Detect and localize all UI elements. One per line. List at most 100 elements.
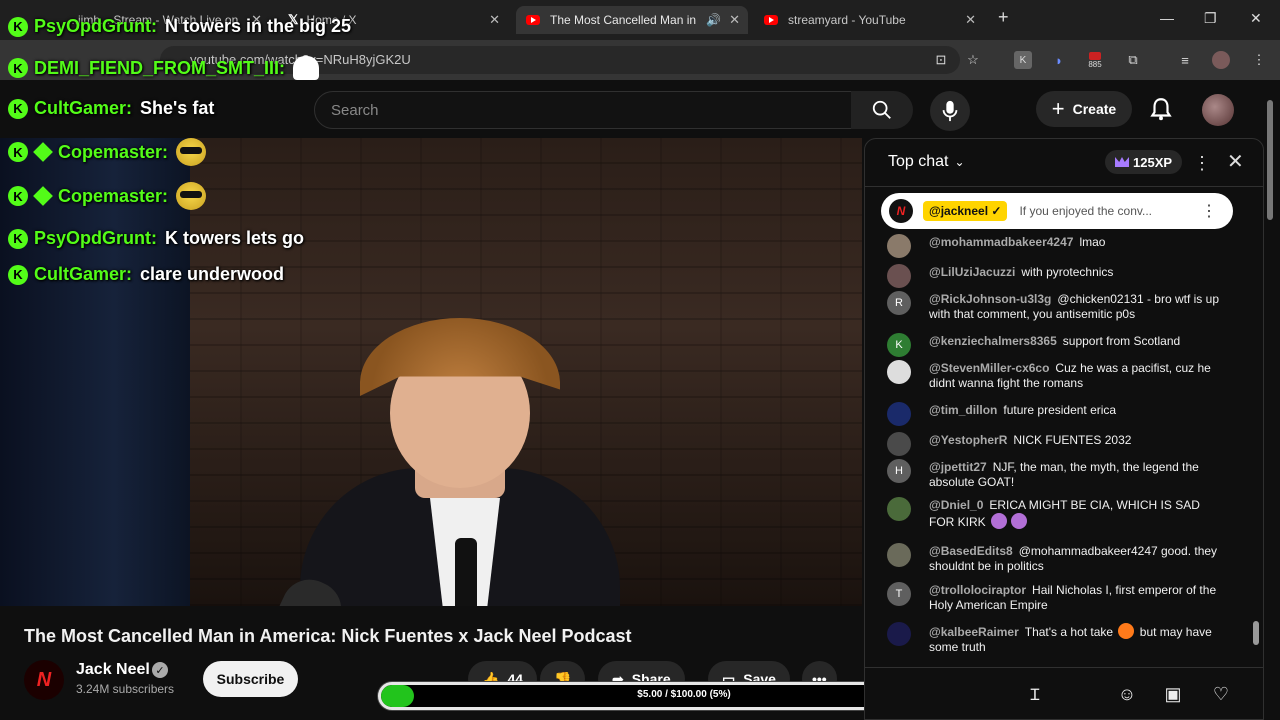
chat-scroll-thumb[interactable]: [1253, 621, 1259, 645]
sunglasses-emote-icon: [176, 182, 207, 210]
channel-name[interactable]: Jack Neel: [76, 661, 150, 679]
close-tab-icon[interactable]: ✕: [729, 12, 740, 28]
video-title: The Most Cancelled Man in America: Nick …: [24, 626, 632, 646]
voice-search-button[interactable]: [930, 91, 970, 131]
install-app-icon[interactable]: ⊡: [932, 51, 950, 69]
chat-message: @Dniel_0 ERICA MIGHT BE CIA, WHICH IS SAD…: [887, 497, 1227, 530]
tab-title: The Most Cancelled Man in: [550, 13, 697, 27]
chat-message: @StevenMiller-cx6co Cuz he was a pacifist…: [887, 360, 1227, 391]
browser-menu-icon[interactable]: ⋮: [1250, 51, 1268, 69]
close-tab-icon[interactable]: ✕: [489, 12, 500, 28]
heart-icon[interactable]: ♡: [1209, 682, 1233, 706]
channel-avatar[interactable]: N: [24, 660, 64, 700]
kick-badge-icon: K: [8, 142, 28, 162]
extension-badge-icon[interactable]: 885: [1086, 48, 1104, 72]
chat-input-bar: Ɪ ☺ ▣ ♡: [865, 667, 1263, 720]
minimize-icon[interactable]: —: [1160, 10, 1174, 26]
speaker-icon[interactable]: 🔊: [706, 13, 721, 27]
account-avatar[interactable]: [1202, 94, 1234, 126]
page-scroll-thumb[interactable]: [1267, 100, 1273, 220]
chat-username[interactable]: @trollolociraptor: [929, 583, 1026, 597]
overlay-chat-line: K Copemaster:: [8, 138, 207, 166]
chat-username[interactable]: @jpettit27: [929, 460, 987, 474]
chat-message: H @jpettit27 NJF, the man, the myth, the …: [887, 459, 1227, 490]
chat-text: future president erica: [1003, 403, 1117, 417]
chat-username[interactable]: @LilUziJacuzzi: [929, 265, 1015, 279]
chat-username[interactable]: @RickJohnson-u3l3g: [929, 292, 1051, 306]
crown-icon: [1115, 157, 1129, 167]
bookmark-star-icon[interactable]: ☆: [964, 51, 982, 69]
chat-options-icon[interactable]: ⋮: [1193, 153, 1211, 174]
super-chat-icon[interactable]: ▣: [1161, 682, 1185, 706]
window-close-icon[interactable]: ✕: [1250, 10, 1262, 27]
tab-title: streamyard - YouTube: [788, 13, 906, 27]
subscriber-count: 3.24M subscribers: [76, 682, 175, 696]
text-cursor-icon[interactable]: Ɪ: [1023, 682, 1047, 706]
chat-avatar: K: [887, 333, 911, 357]
chat-message: @mohammadbakeer4247 lmao: [887, 234, 1227, 258]
chat-username[interactable]: @StevenMiller-cx6co: [929, 361, 1049, 375]
chat-username[interactable]: @kenziechalmers8365: [929, 334, 1057, 348]
media-control-icon[interactable]: ≡: [1176, 51, 1194, 69]
chat-username[interactable]: @BasedEdits8: [929, 544, 1013, 558]
chat-text: support from Scotland: [1062, 334, 1181, 348]
chat-header: Top chat ⌄ 125XP ⋮ ✕: [865, 139, 1263, 187]
search-button[interactable]: [851, 91, 913, 129]
overlay-username: Copemaster:: [58, 141, 169, 162]
plus-icon: +: [1051, 96, 1065, 121]
chat-avatar: H: [887, 459, 911, 483]
live-chat-panel: Top chat ⌄ 125XP ⋮ ✕ N @jackneel ✓ If yo…: [864, 138, 1264, 720]
tab-streamyard[interactable]: streamyard - YouTube ✕: [754, 6, 984, 34]
overlay-username: PsyOpdGrunt:: [34, 228, 158, 248]
chat-avatar: [887, 543, 911, 567]
extension-icon[interactable]: K: [1014, 51, 1032, 69]
chat-close-icon[interactable]: ✕: [1227, 149, 1244, 174]
overlay-chat-line: K PsyOpdGrunt: N towers in the big 25: [8, 16, 351, 37]
kick-badge-icon: K: [8, 58, 28, 78]
chat-scrollbar[interactable]: [1253, 191, 1259, 661]
chat-mode-dropdown[interactable]: Top chat ⌄: [888, 153, 965, 171]
chat-message: @kalbeeRaimer That's a hot take but may h…: [887, 622, 1227, 655]
overlay-username: CultGamer:: [34, 98, 133, 118]
new-tab-icon[interactable]: +: [998, 7, 1009, 28]
verified-check-icon: ✓: [152, 662, 168, 678]
puzzle-extensions-icon[interactable]: ⧉: [1124, 51, 1142, 69]
xp-badge[interactable]: 125XP: [1105, 150, 1183, 174]
sound-extension-icon[interactable]: ◗: [1050, 51, 1068, 69]
pinned-more-icon[interactable]: ⋮: [1201, 201, 1217, 221]
chat-username[interactable]: @mohammadbakeer4247: [929, 235, 1073, 249]
chat-avatar: [887, 264, 911, 288]
chat-message: @YestopherR NICK FUENTES 2032: [887, 432, 1227, 456]
page-scrollbar[interactable]: [1266, 90, 1274, 220]
close-tab-icon[interactable]: ✕: [965, 12, 976, 28]
search-input[interactable]: Search: [314, 91, 852, 129]
chat-username[interactable]: @YestopherR: [929, 433, 1007, 447]
overlay-chat-line: K DEMI_FIEND_FROM_SMT_III:: [8, 56, 320, 80]
chat-message: T @trollolociraptor Hail Nicholas I, firs…: [887, 582, 1227, 613]
chat-username[interactable]: @Dniel_0: [929, 498, 983, 512]
chat-username[interactable]: @tim_dillon: [929, 403, 997, 417]
restore-icon[interactable]: ❐: [1204, 10, 1217, 27]
subscribe-button[interactable]: Subscribe: [203, 661, 298, 697]
chat-avatar: [887, 360, 911, 384]
tab-youtube-video[interactable]: The Most Cancelled Man in 🔊 ✕: [516, 6, 748, 34]
pinned-message[interactable]: N @jackneel ✓ If you enjoyed the conv...…: [881, 193, 1233, 229]
chevron-down-icon: ⌄: [954, 155, 965, 169]
create-button[interactable]: + Create: [1036, 91, 1132, 127]
overlay-message: K towers lets go: [165, 228, 305, 248]
screaming-emoji-icon: [1011, 513, 1028, 529]
profile-avatar[interactable]: [1212, 51, 1230, 69]
create-label: Create: [1072, 101, 1117, 117]
chat-username[interactable]: @kalbeeRaimer: [929, 625, 1019, 639]
chat-avatar: R: [887, 291, 911, 315]
overlay-chat-line: K PsyOpdGrunt: K towers lets go: [8, 228, 304, 249]
chat-avatar: [887, 622, 911, 646]
youtube-icon: [526, 15, 540, 25]
pinned-text: If you enjoyed the conv...: [1019, 204, 1152, 218]
ghost-emote-icon: [293, 56, 320, 80]
chat-text: NICK FUENTES 2032: [1013, 433, 1132, 447]
notifications-bell-icon[interactable]: [1148, 96, 1174, 122]
emoji-picker-icon[interactable]: ☺: [1115, 682, 1139, 706]
chat-text: That's a hot take: [1024, 625, 1114, 639]
chat-avatar: [887, 402, 911, 426]
